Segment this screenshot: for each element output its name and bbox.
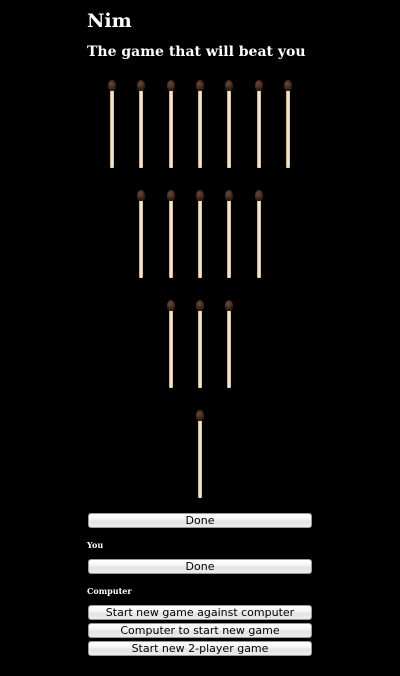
matchstick[interactable] [167, 190, 175, 280]
you-done-button[interactable]: Done [88, 513, 312, 528]
new-two-player-game-button[interactable]: Start new 2-player game [88, 641, 312, 656]
matchstick-body [110, 87, 114, 168]
game-title: Nim [87, 10, 132, 32]
matchstick-head [196, 190, 204, 201]
matchstick-head [108, 80, 116, 91]
matchstick[interactable] [196, 190, 204, 280]
matchstick-body [227, 197, 231, 278]
matchstick-head [196, 410, 204, 421]
matchstick-head [225, 300, 233, 311]
matchstick[interactable] [284, 80, 292, 170]
match-row-1 [0, 80, 400, 172]
matchstick-body [198, 87, 202, 168]
match-row-4 [0, 410, 400, 502]
matchstick[interactable] [225, 80, 233, 170]
matchstick-body [198, 417, 202, 498]
matchstick-body [257, 87, 261, 168]
matchstick-body [286, 87, 290, 168]
computer-done-button[interactable]: Done [88, 559, 312, 574]
matchstick-body [139, 197, 143, 278]
matchstick-head [225, 80, 233, 91]
matchstick[interactable] [137, 80, 145, 170]
computer-starts-button[interactable]: Computer to start new game [88, 623, 312, 638]
matchstick-body [257, 197, 261, 278]
matchstick[interactable] [196, 410, 204, 500]
matchstick-head [255, 190, 263, 201]
matchstick-body [169, 307, 173, 388]
matchstick-body [227, 307, 231, 388]
matchstick[interactable] [137, 190, 145, 280]
matchstick-head [255, 80, 263, 91]
matchstick-head [167, 300, 175, 311]
new-game-vs-computer-button[interactable]: Start new game against computer [88, 605, 312, 620]
you-label: You [87, 540, 104, 550]
matchstick-head [196, 300, 204, 311]
matchstick-head [167, 80, 175, 91]
matchstick-head [137, 190, 145, 201]
matchstick[interactable] [225, 300, 233, 390]
match-row-3 [0, 300, 400, 392]
matchstick[interactable] [167, 300, 175, 390]
matchstick[interactable] [255, 80, 263, 170]
matchstick-head [196, 80, 204, 91]
matchstick-body [198, 197, 202, 278]
matchstick-body [139, 87, 143, 168]
matchstick[interactable] [225, 190, 233, 280]
computer-label: Computer [87, 586, 132, 596]
matchstick-head [284, 80, 292, 91]
matchstick-head [137, 80, 145, 91]
game-subtitle: The game that will beat you [87, 44, 306, 60]
matchstick-head [167, 190, 175, 201]
matchstick-body [169, 87, 173, 168]
matchstick[interactable] [167, 80, 175, 170]
matchstick[interactable] [196, 300, 204, 390]
matchstick-body [198, 307, 202, 388]
matchstick-head [225, 190, 233, 201]
matchstick[interactable] [108, 80, 116, 170]
match-row-2 [0, 190, 400, 282]
matchstick[interactable] [196, 80, 204, 170]
matchstick-body [227, 87, 231, 168]
matchstick[interactable] [255, 190, 263, 280]
matchstick-body [169, 197, 173, 278]
